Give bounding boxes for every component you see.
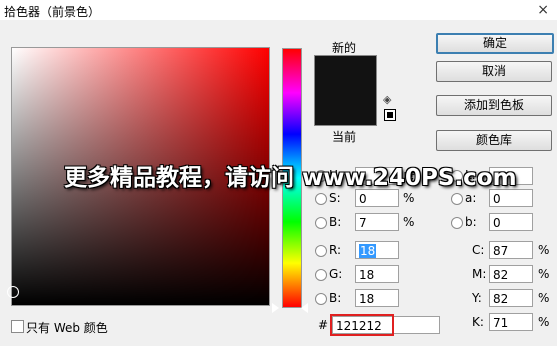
- b-label: B:: [329, 215, 342, 229]
- s-label: S:: [329, 191, 341, 205]
- lab-b-input[interactable]: 0: [489, 213, 533, 231]
- hex-label: #: [318, 318, 329, 332]
- c-unit: %: [538, 243, 550, 257]
- k-label: K:: [472, 315, 484, 329]
- k-input[interactable]: 71: [489, 313, 533, 331]
- ok-button[interactable]: 确定: [436, 33, 554, 54]
- new-color-swatch: [314, 55, 377, 91]
- k-unit: %: [538, 315, 550, 329]
- c-input[interactable]: 87: [489, 241, 533, 259]
- s-unit: %: [403, 191, 415, 205]
- new-color-label: 新的: [332, 41, 357, 55]
- m-label: M:: [472, 267, 487, 281]
- cancel-button[interactable]: 取消: [436, 61, 552, 82]
- y-label: Y:: [472, 291, 482, 305]
- lab-b-radio[interactable]: [451, 217, 463, 229]
- blue-input[interactable]: 18: [355, 289, 399, 307]
- r-input-value: 18: [359, 244, 377, 258]
- g-input[interactable]: 18: [355, 265, 399, 283]
- blue-label: B:: [329, 291, 342, 305]
- g-label: G:: [329, 267, 343, 281]
- hue-slider-right-handle[interactable]: [301, 303, 308, 313]
- color-libraries-button[interactable]: 颜色库: [436, 130, 552, 151]
- web-colors-only-checkbox[interactable]: [11, 320, 24, 333]
- out-of-gamut-cube-icon[interactable]: ◈: [383, 93, 391, 106]
- watermark-text: 更多精品教程，请访问 www.240PS.com: [64, 165, 517, 191]
- window-title: 拾色器（前景色）: [4, 5, 101, 19]
- a-radio[interactable]: [451, 193, 463, 205]
- c-label: C:: [472, 243, 485, 257]
- b-radio[interactable]: [315, 217, 327, 229]
- hex-highlight-box: [330, 314, 394, 336]
- lab-b-label: b:: [465, 215, 477, 229]
- a-label: a:: [465, 191, 477, 205]
- s-radio[interactable]: [315, 193, 327, 205]
- current-color-label: 当前: [332, 130, 357, 144]
- r-radio[interactable]: [315, 245, 327, 257]
- color-picker-ring[interactable]: [7, 286, 19, 298]
- m-input[interactable]: 82: [489, 265, 533, 283]
- y-unit: %: [538, 291, 550, 305]
- web-safe-swatch-icon[interactable]: [384, 109, 396, 121]
- current-color-swatch[interactable]: [314, 90, 377, 126]
- g-radio[interactable]: [315, 269, 327, 281]
- blue-radio[interactable]: [315, 293, 327, 305]
- close-icon[interactable]: ×: [537, 0, 549, 20]
- hue-slider-left-handle[interactable]: [272, 303, 279, 313]
- add-to-swatches-button[interactable]: 添加到色板: [436, 95, 552, 116]
- m-unit: %: [538, 267, 550, 281]
- b-input[interactable]: 7: [355, 213, 399, 231]
- web-colors-only-label: 只有 Web 颜色: [26, 321, 108, 335]
- r-label: R:: [329, 243, 342, 257]
- b-unit: %: [403, 215, 415, 229]
- title-bar: 拾色器（前景色） ×: [0, 0, 557, 20]
- y-input[interactable]: 82: [489, 289, 533, 307]
- r-input[interactable]: 18: [355, 241, 399, 259]
